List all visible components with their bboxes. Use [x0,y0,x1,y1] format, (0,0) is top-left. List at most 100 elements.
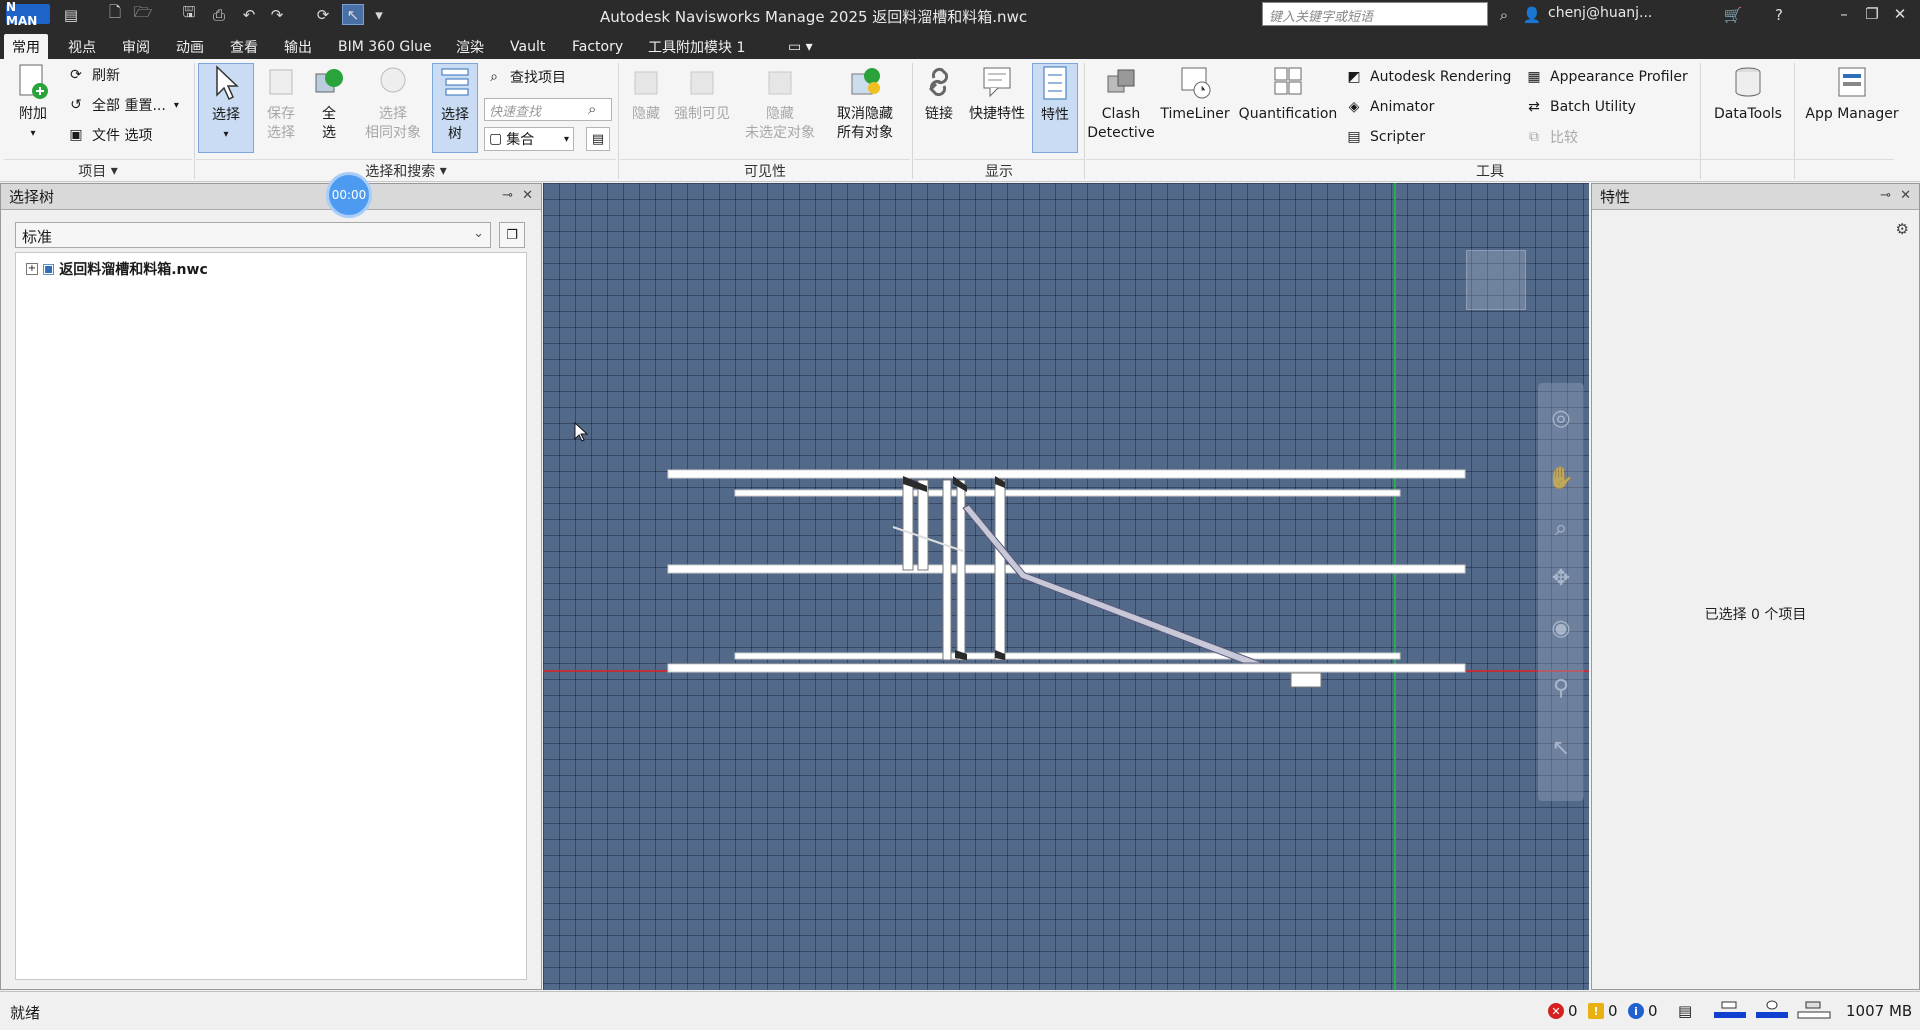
restore-button[interactable]: ❐ [1858,2,1886,26]
quick-find-search-icon[interactable]: ⌕ [588,100,596,118]
tab-review[interactable]: 审阅 [114,34,158,59]
tab-viewpoint[interactable]: 视点 [60,34,104,59]
reset-all-button[interactable]: ↺ 全部 重置... ▾ [66,93,179,117]
app-manager-button[interactable]: App Manager [1800,63,1904,124]
tab-tool-addins[interactable]: 工具附加模块 1 [640,34,753,59]
look-icon[interactable]: ◉ [1546,613,1576,643]
sets-dropdown[interactable]: ▢ 集合 ▾ [484,127,574,151]
animator-button[interactable]: ◈ Animator [1344,95,1435,119]
properties-empty-text: 已选择 0 个项目 [1704,607,1807,623]
selection-tree-button[interactable]: 选择 树 [432,63,478,153]
gear-icon[interactable]: ⚙ [1896,220,1909,238]
keyword-search-input[interactable]: 键入关键字或短语 [1262,2,1488,26]
minimize-button[interactable]: – [1830,2,1858,26]
panel-title: 选择树 [9,188,55,206]
tab-render[interactable]: 渲染 [448,34,492,59]
zoom-icon[interactable]: ⌕ [1546,513,1576,543]
navigation-bar[interactable]: ◎ ✋ ⌕ ✥ ◉ ⚲ ↖ [1538,383,1584,801]
select-arrow-icon[interactable]: ↖ [1546,733,1576,763]
datatools-button[interactable]: DataTools [1706,63,1790,124]
viewcube[interactable] [1466,250,1526,310]
help-icon[interactable]: ? [1768,4,1790,25]
save-selection-button[interactable]: 保存 选择 [258,63,304,143]
sheet-browser-icon[interactable]: ▤ [1678,1002,1692,1020]
hide-icon [627,63,665,101]
unhide-all-button[interactable]: 取消隐藏 所有对象 [824,63,906,143]
tab-output[interactable]: 输出 [276,34,320,59]
user-account[interactable]: chenj@huanj... [1548,5,1652,21]
hide-button[interactable]: 隐藏 [622,63,670,124]
print-icon[interactable]: ⎙ [208,4,230,25]
properties-button[interactable]: 特性 [1032,63,1078,153]
pan-hand-icon[interactable]: ✋ [1546,463,1576,493]
group-visibility[interactable]: 可见性 [620,159,910,181]
append-button[interactable]: 附加 ▾ [8,63,58,143]
close-window-button[interactable]: ✕ [1886,2,1914,26]
refresh-icon[interactable]: ⟳ [312,4,334,25]
select-cursor-icon[interactable]: ↖ [342,4,364,25]
group-project[interactable]: 项目 ▾ [4,159,192,181]
selection-tree-label-1: 选择 [441,107,469,123]
expand-icon[interactable]: + [26,263,38,275]
app-menu-icon[interactable]: ▤ [60,4,82,25]
steering-wheel-icon[interactable]: ◎ [1546,403,1576,433]
sets-label: 集合 [506,132,535,148]
select-button[interactable]: 选择 ▾ [198,63,254,153]
find-items-button[interactable]: ⌕ 查找项目 [484,65,566,89]
error-count[interactable]: ✕ 0 [1548,1002,1578,1020]
info-count[interactable]: i 0 [1628,1002,1658,1020]
batch-utility-button[interactable]: ⇄ Batch Utility [1524,95,1636,119]
timer-badge: 00:00 [326,172,372,218]
scripter-button[interactable]: ▤ Scripter [1344,125,1425,149]
walk-icon[interactable]: ⚲ [1546,673,1576,703]
appearance-profiler-button[interactable]: ▦ Appearance Profiler [1524,65,1687,89]
quantification-button[interactable]: Quantification [1236,63,1340,124]
copy-tree-icon[interactable]: ❐ [499,222,525,248]
pin-icon[interactable]: ⊸ [502,188,513,203]
app-logo[interactable]: N MAN [6,0,50,28]
manage-sets-icon[interactable]: ▤ [586,127,610,151]
autodesk-rendering-button[interactable]: ◩ Autodesk Rendering [1344,65,1511,89]
pin-icon[interactable]: ⊸ [1880,188,1891,203]
new-file-icon[interactable]: 🗋 [104,3,126,25]
force-visible-button[interactable]: 强制可见 [670,63,734,124]
tree-mode-dropdown[interactable]: 标准 ⌄ [15,222,491,248]
select-same-button[interactable]: 选择 相同对象 [358,63,428,143]
tab-vault[interactable]: Vault [502,34,553,59]
save-icon[interactable]: 🖫 [178,3,200,25]
tab-factory[interactable]: Factory [564,34,631,59]
cart-icon[interactable]: 🛒 [1722,4,1744,25]
orbit-icon[interactable]: ✥ [1546,563,1576,593]
refresh-button[interactable]: ⟳ 刷新 [66,63,120,87]
tab-bim360[interactable]: BIM 360 Glue [330,34,440,59]
quick-properties-button[interactable]: 快捷特性 [964,63,1030,124]
links-button[interactable]: 链接 [916,63,962,124]
tab-home[interactable]: 常用 [4,34,48,59]
binoculars-icon[interactable]: ⌕ [1494,4,1514,25]
window-title: Autodesk Navisworks Manage 2025 返回料溜槽和料箱… [600,8,1028,26]
select-all-button[interactable]: 全 选 [306,63,352,143]
tab-animation[interactable]: 动画 [168,34,212,59]
group-display[interactable]: 显示 [914,159,1084,181]
compare-button[interactable]: ⧉ 比较 [1524,125,1578,149]
redo-icon[interactable]: ↷ [266,4,288,25]
3d-viewport[interactable] [543,183,1589,990]
group-select-search[interactable]: 选择和搜索 ▾ [196,159,616,181]
hide-unselected-button[interactable]: 隐藏 未选定对象 [740,63,820,143]
group-tools[interactable]: 工具 [1086,159,1894,181]
qat-dropdown-icon[interactable]: ▾ [368,4,390,25]
open-file-icon[interactable]: 🗁 [132,3,154,25]
close-icon[interactable]: ✕ [522,188,533,203]
model-column [994,479,1006,661]
clash-detective-button[interactable]: Clash Detective [1086,63,1156,143]
tree-item-root[interactable]: + ▣ 返回料溜槽和料箱.nwc [26,259,208,279]
file-options-button[interactable]: ▣ 文件 选项 [66,123,152,147]
model-rail [667,564,1466,574]
warning-count[interactable]: ! 0 [1588,1002,1618,1020]
undo-icon[interactable]: ↶ [238,4,260,25]
ribbon-options-icon[interactable]: ▭ ▾ [780,34,821,59]
close-icon[interactable]: ✕ [1900,188,1911,203]
file-options-icon: ▣ [69,127,83,143]
timeliner-button[interactable]: TimeLiner [1158,63,1232,124]
tab-view[interactable]: 查看 [222,34,266,59]
